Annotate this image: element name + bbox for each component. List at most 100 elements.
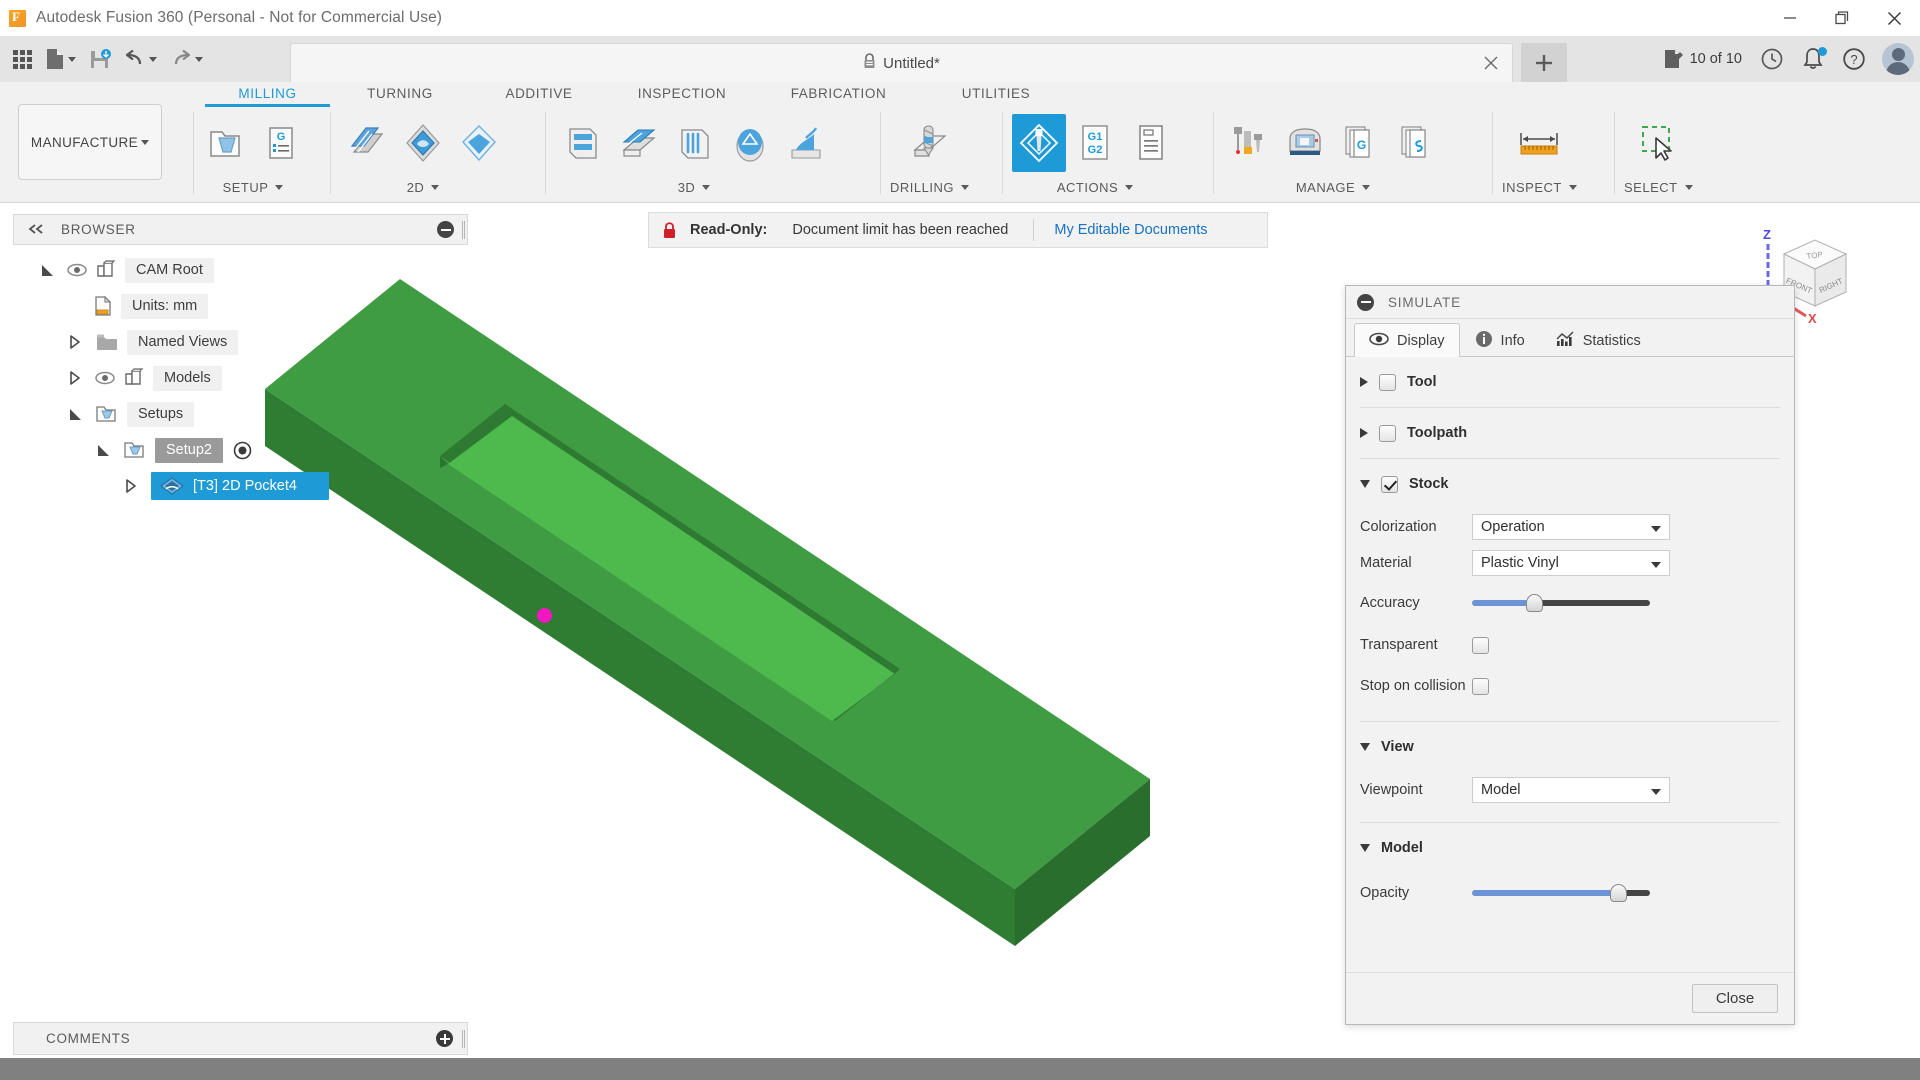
toolpath-checkbox[interactable]	[1379, 424, 1396, 442]
tool-checkbox[interactable]	[1379, 373, 1396, 391]
setup-sheet-icon[interactable]	[1124, 114, 1178, 172]
pocket3d-icon[interactable]	[611, 114, 665, 172]
section-stock[interactable]: Stock	[1346, 459, 1794, 509]
simulate-icon[interactable]	[1012, 114, 1066, 172]
chevron-down-icon[interactable]	[702, 185, 711, 190]
tab-turning[interactable]: TURNING	[330, 82, 470, 101]
setup-active-target-icon[interactable]	[233, 441, 252, 460]
app-grid-icon[interactable]	[8, 41, 37, 77]
save-icon[interactable]	[84, 41, 116, 77]
pocket2d-icon[interactable]	[452, 114, 506, 172]
ramp-icon[interactable]	[779, 114, 833, 172]
tree-item-units[interactable]: Units: mm	[13, 288, 468, 324]
expander-down-icon[interactable]	[91, 443, 115, 458]
accuracy-slider[interactable]	[1472, 594, 1650, 612]
stop-on-collision-checkbox[interactable]	[1472, 677, 1489, 695]
tree-item-2d-pocket4[interactable]: [T3] 2D Pocket4	[13, 468, 468, 504]
chevron-down-icon[interactable]	[960, 185, 969, 190]
tree-item-cam-root[interactable]: CAM Root	[13, 252, 468, 288]
stock-checkbox[interactable]	[1381, 475, 1398, 493]
tab-fabrication[interactable]: FABRICATION	[756, 82, 921, 101]
tab-info[interactable]: Info	[1460, 323, 1540, 357]
expander-down-icon[interactable]	[35, 263, 59, 278]
maximize-restore-button[interactable]	[1816, 0, 1868, 36]
undo-icon[interactable]	[119, 41, 162, 77]
select-icon[interactable]	[1631, 114, 1685, 172]
generate-nc-program-icon[interactable]: G	[254, 114, 308, 172]
help-icon[interactable]: ?	[1834, 40, 1874, 78]
setup-icon[interactable]	[198, 114, 252, 172]
new-document-icon[interactable]	[40, 41, 81, 77]
chevron-down-icon[interactable]	[275, 185, 284, 190]
tree-item-setups[interactable]: Setups	[13, 396, 468, 432]
user-avatar[interactable]	[1882, 43, 1914, 75]
g1g2-post-icon[interactable]: G1 G2	[1068, 114, 1122, 172]
accuracy-slider-handle[interactable]	[1526, 594, 1543, 612]
editable-documents-indicator[interactable]: 10 of 10	[1655, 40, 1750, 78]
expander-right-icon[interactable]	[1360, 428, 1368, 438]
chevron-down-icon[interactable]	[431, 185, 440, 190]
tab-inspection[interactable]: INSPECTION	[608, 82, 756, 101]
expander-down-icon[interactable]	[1360, 844, 1370, 852]
recent-icon[interactable]	[1752, 40, 1792, 78]
drill-icon[interactable]	[902, 114, 956, 172]
tab-additive[interactable]: ADDITIVE	[470, 82, 608, 101]
template-library-icon[interactable]	[1390, 114, 1444, 172]
parallel-icon[interactable]	[667, 114, 721, 172]
comments-resize-grip[interactable]	[462, 1029, 465, 1048]
face-icon[interactable]	[340, 114, 394, 172]
expander-down-icon[interactable]	[1360, 480, 1370, 488]
my-editable-documents-link[interactable]: My Editable Documents	[1054, 222, 1207, 238]
tab-utilities[interactable]: UTILITIES	[921, 82, 1071, 101]
workspace-switcher[interactable]: MANUFACTURE	[18, 104, 162, 180]
expander-right-icon[interactable]	[63, 370, 87, 386]
material-select[interactable]: Plastic Vinyl	[1472, 550, 1670, 576]
section-toolpath[interactable]: Toolpath	[1346, 408, 1794, 458]
expander-right-icon[interactable]	[1360, 377, 1368, 387]
section-model[interactable]: Model	[1346, 823, 1794, 873]
tree-item-setup2[interactable]: Setup2	[13, 432, 468, 468]
chevron-down-icon[interactable]	[1362, 185, 1371, 190]
tab-milling[interactable]: MILLING	[205, 82, 330, 107]
adaptive2d-icon[interactable]	[396, 114, 450, 172]
visibility-eye-icon[interactable]	[95, 371, 115, 385]
transparent-checkbox[interactable]	[1472, 636, 1489, 654]
comments-panel[interactable]: COMMENTS	[13, 1022, 468, 1055]
minimize-button[interactable]	[1764, 0, 1816, 36]
scallop-icon[interactable]	[723, 114, 777, 172]
new-tab-button[interactable]	[1521, 43, 1567, 82]
chevron-down-icon[interactable]	[1568, 185, 1577, 190]
redo-icon[interactable]	[165, 41, 208, 77]
close-tab-icon[interactable]	[1483, 55, 1500, 72]
tool-library-icon[interactable]	[1222, 114, 1276, 172]
chevron-down-icon[interactable]	[1684, 185, 1693, 190]
expander-down-icon[interactable]	[63, 407, 87, 422]
add-comment-icon[interactable]	[436, 1030, 453, 1047]
opacity-slider[interactable]	[1472, 884, 1650, 902]
tab-statistics[interactable]: Statistics	[1540, 323, 1656, 357]
tree-item-models[interactable]: Models	[13, 360, 468, 396]
viewpoint-select[interactable]: Model	[1472, 777, 1670, 803]
minimize-dialog-icon[interactable]	[1357, 293, 1374, 311]
measure-icon[interactable]	[1512, 114, 1566, 172]
chevron-down-icon[interactable]	[1125, 185, 1134, 190]
notifications-icon[interactable]	[1794, 40, 1832, 78]
expander-down-icon[interactable]	[1360, 743, 1370, 751]
expander-right-icon[interactable]	[63, 334, 87, 350]
colorization-select[interactable]: Operation	[1472, 514, 1670, 540]
browser-minimize-icon[interactable]	[437, 220, 465, 239]
section-tool[interactable]: Tool	[1346, 357, 1794, 407]
section-view[interactable]: View	[1346, 722, 1794, 772]
machine-library-icon[interactable]	[1278, 114, 1332, 172]
expander-right-icon[interactable]	[119, 478, 143, 494]
tree-item-named-views[interactable]: Named Views	[13, 324, 468, 360]
document-tab[interactable]: Untitled*	[290, 43, 1513, 82]
post-library-icon[interactable]: G	[1334, 114, 1388, 172]
collapse-panel-icon[interactable]	[28, 222, 44, 237]
tab-display[interactable]: Display	[1354, 323, 1460, 357]
close-window-button[interactable]	[1868, 0, 1920, 36]
opacity-slider-handle[interactable]	[1610, 884, 1627, 902]
visibility-eye-icon[interactable]	[67, 263, 87, 277]
close-button[interactable]: Close	[1692, 984, 1778, 1013]
adaptive3d-icon[interactable]	[555, 114, 609, 172]
